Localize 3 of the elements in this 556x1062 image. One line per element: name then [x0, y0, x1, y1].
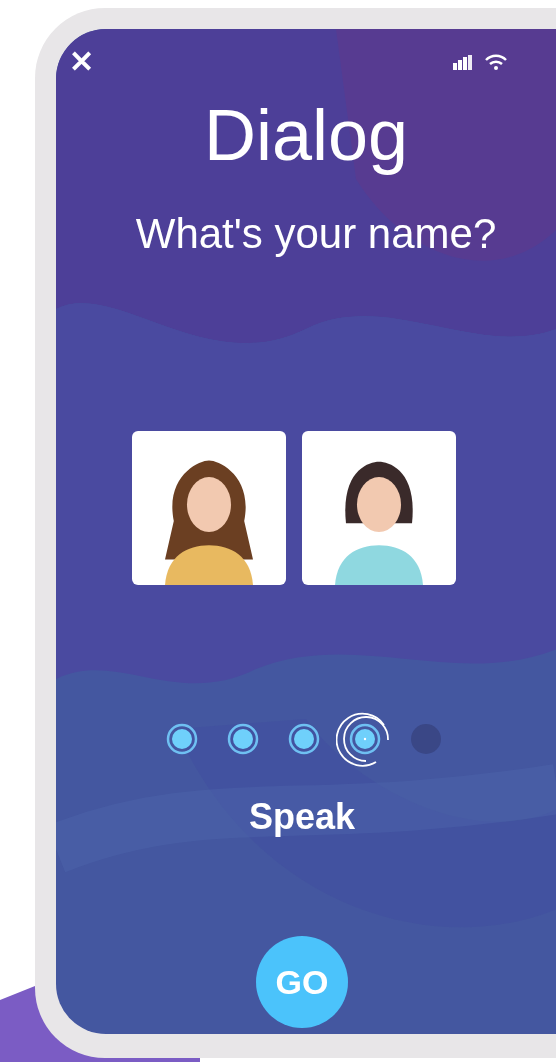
step-label: Speak: [248, 795, 356, 839]
close-button[interactable]: ✕: [69, 47, 94, 77]
question-text: What's your name?: [135, 213, 497, 255]
